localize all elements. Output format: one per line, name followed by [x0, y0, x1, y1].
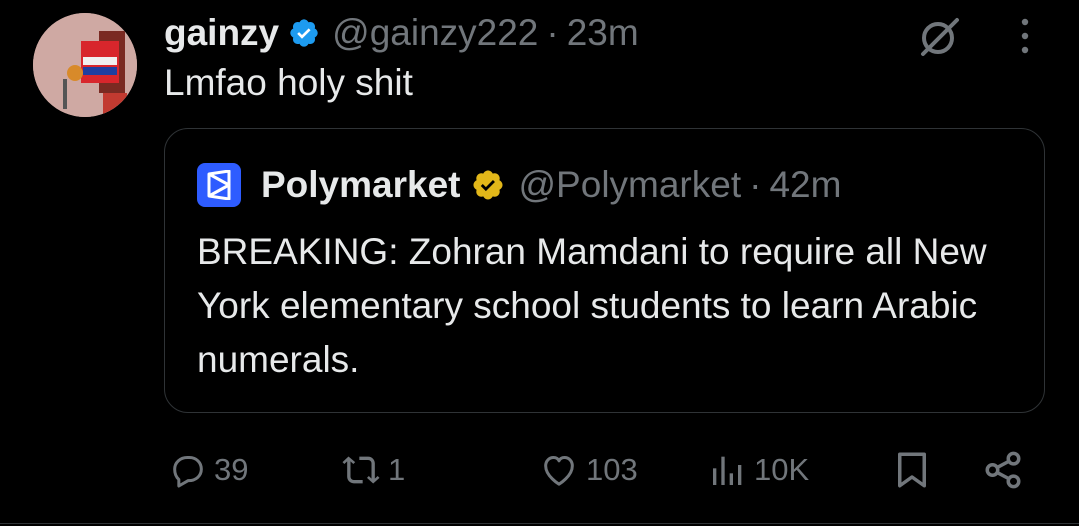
reply-icon [173, 456, 203, 488]
avatar[interactable] [33, 13, 137, 117]
quoted-tweet-text: BREAKING: Zohran Mamdani to require all … [197, 231, 987, 380]
views-icon [713, 456, 742, 485]
timestamp[interactable]: 23m [567, 12, 639, 54]
quoted-tweet-card[interactable]: Polymarket @Polymarket · 42m BREAKING: Z… [164, 128, 1045, 413]
reply-count: 39 [214, 452, 249, 487]
author-handle[interactable]: @gainzy222 [332, 12, 538, 54]
repost-count: 1 [388, 452, 406, 487]
divider [0, 523, 1079, 524]
quoted-author-handle[interactable]: @Polymarket [519, 164, 742, 206]
bookmark-icon [898, 452, 926, 488]
separator-dot: · [546, 12, 559, 53]
avatar-image [33, 13, 137, 117]
like-count: 103 [586, 452, 638, 487]
views-count: 10K [754, 452, 810, 487]
author-name[interactable]: gainzy [164, 12, 279, 54]
tweet-header: gainzy @gainzy222 · 23m [164, 10, 639, 56]
quoted-author-name[interactable]: Polymarket [261, 164, 461, 206]
tweet-text: Lmfao holy shit [164, 62, 413, 103]
views-button[interactable]: 10K [708, 440, 809, 500]
quoted-tweet-header: Polymarket @Polymarket · 42m [197, 163, 841, 207]
more-vertical-icon[interactable] [1012, 14, 1038, 58]
share-icon [985, 451, 1021, 489]
repost-button[interactable]: 1 [340, 440, 405, 500]
quoted-separator-dot: · [749, 164, 762, 205]
bookmark-button[interactable] [891, 440, 933, 500]
verified-badge-icon [288, 17, 320, 49]
tweet-actions-bar: 39 1 103 10K [0, 440, 1079, 500]
share-button[interactable] [982, 440, 1024, 500]
quoted-timestamp[interactable]: 42m [769, 164, 841, 206]
reply-button[interactable]: 39 [168, 440, 248, 500]
heart-icon [544, 456, 574, 486]
polymarket-logo-icon [197, 163, 241, 207]
like-button[interactable]: 103 [538, 440, 638, 500]
grok-icon[interactable] [917, 14, 963, 60]
gold-verified-badge-icon [471, 168, 505, 202]
repost-icon [342, 456, 380, 484]
